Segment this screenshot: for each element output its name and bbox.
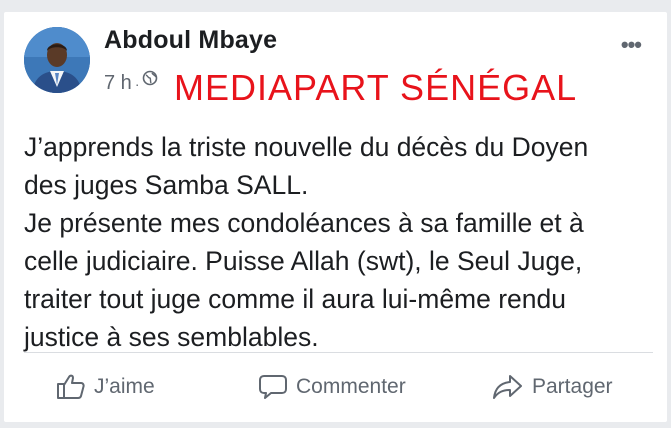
globe-icon xyxy=(143,70,158,85)
post-text-line: celle judiciaire. Puisse Allah (swt), le… xyxy=(24,246,583,276)
action-divider xyxy=(24,352,653,353)
action-bar: J’aime Commenter Partager xyxy=(4,354,667,420)
meta-separator: · xyxy=(134,75,140,92)
post-body: J’apprends la triste nouvelle du décès d… xyxy=(24,128,654,356)
author-name[interactable]: Abdoul Mbaye xyxy=(104,26,277,55)
share-button[interactable]: Partager xyxy=(492,373,613,401)
share-label: Partager xyxy=(532,375,613,398)
comment-button[interactable]: Commenter xyxy=(258,373,406,401)
author-avatar[interactable] xyxy=(24,27,90,93)
post-text-line: J’apprends la triste nouvelle du décès d… xyxy=(24,132,589,162)
post-text-line: Je présente mes condoléances à sa famill… xyxy=(24,208,584,238)
post-text-line: justice à ses semblables. xyxy=(24,322,319,352)
post-meta: 7 h · xyxy=(104,70,160,95)
post-time[interactable]: 7 h xyxy=(104,72,132,95)
more-options-icon[interactable]: ••• xyxy=(621,32,642,58)
like-label: J’aime xyxy=(94,375,155,398)
share-arrow-icon xyxy=(493,375,522,399)
post-text-line: traiter tout juge comme il aura lui-même… xyxy=(24,284,567,314)
thumbs-up-icon xyxy=(57,374,85,399)
avatar-image xyxy=(24,27,90,93)
comment-label: Commenter xyxy=(296,375,406,398)
like-button[interactable]: J’aime xyxy=(56,373,155,401)
post-text-line: des juges Samba SALL. xyxy=(24,170,309,200)
watermark-text: MEDIAPART SÉNÉGAL xyxy=(174,67,578,108)
speech-bubble-icon xyxy=(259,375,287,399)
post-card: Abdoul Mbaye 7 h · MEDIAPART SÉNÉGAL •••… xyxy=(4,12,667,422)
